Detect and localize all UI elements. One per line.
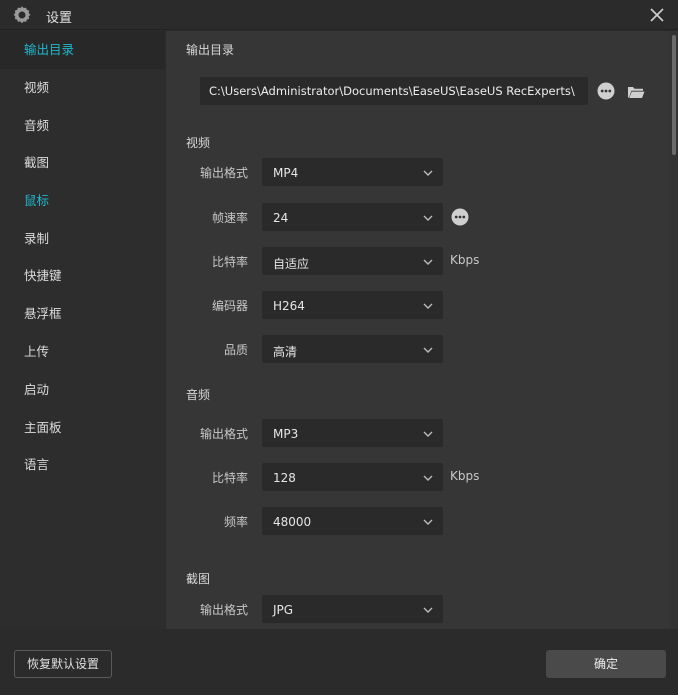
video-encoder-value: H264 bbox=[273, 299, 305, 313]
audio-bitrate-label: 比特率 bbox=[211, 471, 248, 485]
settings-scrollbar[interactable] bbox=[670, 31, 678, 629]
video-quality-select[interactable]: 高清 bbox=[262, 335, 443, 363]
audio-format-value: MP3 bbox=[273, 427, 299, 441]
sidebar-item-output-dir[interactable]: 输出目录 bbox=[0, 31, 165, 69]
chevron-down-icon bbox=[423, 215, 433, 221]
screenshot-format-value: JPG bbox=[273, 603, 294, 617]
video-quality-label: 品质 bbox=[223, 343, 248, 357]
chevron-down-icon bbox=[423, 347, 433, 353]
audio-bitrate-value: 128 bbox=[273, 471, 296, 485]
video-encoder-select[interactable]: H264 bbox=[262, 291, 443, 319]
scrollbar-thumb[interactable] bbox=[672, 35, 676, 155]
video-bitrate-label: 比特率 bbox=[211, 255, 248, 269]
video-format-select[interactable]: MP4 bbox=[262, 158, 443, 186]
sidebar-item-hotkeys[interactable]: 快捷键 bbox=[0, 257, 165, 295]
chevron-down-icon bbox=[423, 431, 433, 437]
sidebar-item-language[interactable]: 语言 bbox=[0, 446, 165, 484]
sidebar-item-mouse[interactable]: 鼠标 bbox=[0, 182, 165, 220]
section-title-video: 视频 bbox=[186, 136, 211, 150]
audio-freq-label: 频率 bbox=[223, 515, 248, 529]
video-bitrate-select[interactable]: 自适应 bbox=[262, 247, 443, 275]
section-title-audio: 音频 bbox=[186, 388, 211, 402]
restore-defaults-button[interactable]: 恢复默认设置 bbox=[14, 650, 112, 678]
dialog-footer: 恢复默认设置 确定 bbox=[0, 629, 678, 695]
sidebar-item-video[interactable]: 视频 bbox=[0, 69, 165, 107]
ok-button[interactable]: 确定 bbox=[546, 650, 666, 678]
settings-sidebar: 输出目录 视频 音频 截图 鼠标 录制 快捷键 悬浮框 上传 启动 主面板 语言 bbox=[0, 31, 165, 629]
framerate-more-icon[interactable] bbox=[451, 208, 469, 226]
audio-bitrate-unit: Kbps bbox=[450, 469, 480, 483]
title-bar: 设置 bbox=[0, 0, 678, 30]
folder-icon[interactable] bbox=[627, 83, 645, 101]
video-bitrate-value: 自适应 bbox=[273, 257, 310, 271]
video-bitrate-unit: Kbps bbox=[450, 253, 480, 267]
more-icon[interactable] bbox=[597, 82, 615, 100]
video-framerate-select[interactable]: 24 bbox=[262, 203, 443, 231]
settings-panel: 输出目录 C:\Users\Administrator\Documents\Ea… bbox=[166, 31, 678, 629]
sidebar-item-startup[interactable]: 启动 bbox=[0, 371, 165, 409]
output-path-field[interactable]: C:\Users\Administrator\Documents\EaseUS\… bbox=[200, 77, 588, 105]
video-format-value: MP4 bbox=[273, 166, 299, 180]
screenshot-format-label: 输出格式 bbox=[199, 603, 248, 617]
audio-format-label: 输出格式 bbox=[199, 427, 248, 441]
sidebar-item-screenshot[interactable]: 截图 bbox=[0, 144, 165, 182]
output-path-value: C:\Users\Administrator\Documents\EaseUS\… bbox=[209, 84, 575, 98]
gear-icon bbox=[13, 6, 31, 24]
video-framerate-value: 24 bbox=[273, 211, 289, 225]
sidebar-item-record[interactable]: 录制 bbox=[0, 220, 165, 258]
chevron-down-icon bbox=[423, 607, 433, 613]
sidebar-item-audio[interactable]: 音频 bbox=[0, 107, 165, 145]
chevron-down-icon bbox=[423, 303, 433, 309]
audio-freq-value: 48000 bbox=[273, 515, 312, 529]
window-title: 设置 bbox=[46, 11, 73, 26]
video-framerate-label: 帧速率 bbox=[211, 211, 248, 225]
chevron-down-icon bbox=[423, 170, 433, 176]
video-format-label: 输出格式 bbox=[199, 166, 248, 180]
close-icon[interactable] bbox=[648, 6, 666, 24]
audio-format-select[interactable]: MP3 bbox=[262, 419, 443, 447]
audio-freq-select[interactable]: 48000 bbox=[262, 507, 443, 535]
chevron-down-icon bbox=[423, 519, 433, 525]
chevron-down-icon bbox=[423, 475, 433, 481]
section-title-screenshot: 截图 bbox=[186, 572, 211, 586]
video-encoder-label: 编码器 bbox=[211, 299, 248, 313]
video-quality-value: 高清 bbox=[273, 345, 298, 359]
sidebar-item-main-panel[interactable]: 主面板 bbox=[0, 409, 165, 447]
sidebar-item-upload[interactable]: 上传 bbox=[0, 333, 165, 371]
sidebar-item-floating-box[interactable]: 悬浮框 bbox=[0, 295, 165, 333]
screenshot-format-select[interactable]: JPG bbox=[262, 595, 443, 623]
audio-bitrate-select[interactable]: 128 bbox=[262, 463, 443, 491]
section-title-output: 输出目录 bbox=[186, 43, 235, 57]
chevron-down-icon bbox=[423, 259, 433, 265]
